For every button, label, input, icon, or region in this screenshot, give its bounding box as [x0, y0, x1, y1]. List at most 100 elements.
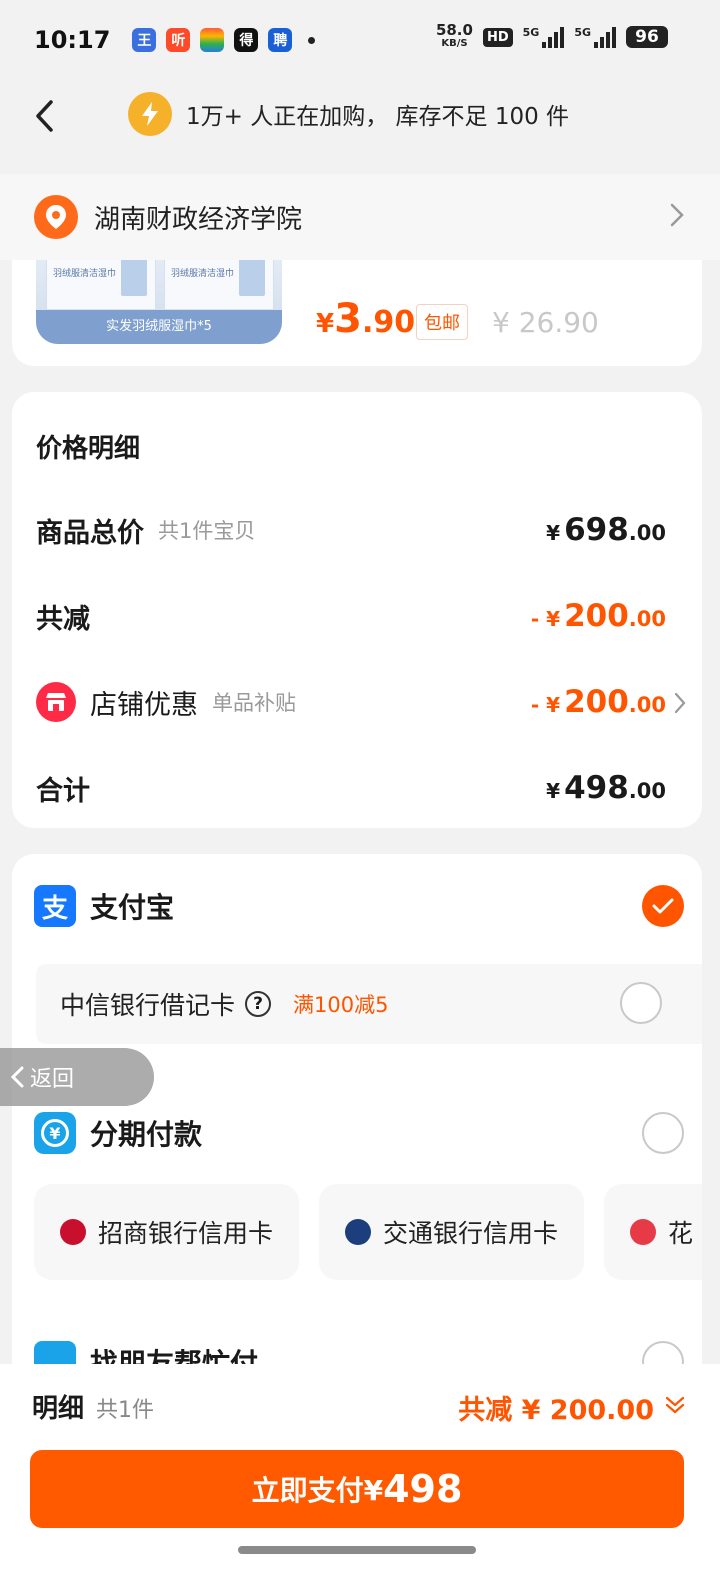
stock-notice-text: 1万+ 人正在加购， 库存不足 100 件: [186, 104, 570, 130]
shop-discount-row[interactable]: 店铺优惠 单品补贴 - ¥ 200 .00: [36, 682, 686, 722]
free-shipping-badge: 包邮: [416, 304, 468, 340]
current-price: ¥ 3 .90: [316, 296, 415, 342]
alipay-label: 支付宝: [90, 891, 175, 924]
currency: ¥: [546, 779, 561, 803]
notification-icons: 王 听 得 聘: [132, 28, 316, 52]
product-image: 羽绒服清洁湿巾 羽绒服清洁湿巾 实发羽绒服湿巾*5: [36, 260, 282, 344]
shop-discount-label: 店铺优惠: [90, 689, 198, 721]
status-indicators: 58.0 KB/S HD 5G 5G 96: [436, 23, 668, 50]
bank-card-option[interactable]: 中信银行借记卡 ? 满100减5: [36, 964, 702, 1044]
radio-unselected-icon[interactable]: [620, 982, 662, 1024]
sum-label: 合计: [36, 775, 90, 807]
chevron-right-icon: [670, 203, 684, 227]
amount-integer: 498: [564, 770, 629, 806]
price-detail-title: 价格明细: [36, 434, 141, 464]
jacket-icon: [239, 260, 265, 296]
alipay-icon: 支: [34, 885, 76, 927]
sum-row: 合计 ¥ 498 .00: [36, 768, 666, 808]
address-text: 湖南财政经济学院: [94, 204, 303, 235]
status-bar: 10:17 王 听 得 聘 58.0 KB/S HD 5G 5G 96: [0, 0, 720, 80]
amount-decimal: .00: [628, 521, 666, 545]
pay-now-amount: 498: [383, 1467, 463, 1511]
sum-value: ¥ 498 .00: [546, 770, 666, 806]
home-indicator[interactable]: [238, 1546, 476, 1554]
status-time: 10:17: [34, 26, 111, 54]
shop-discount-sub: 单品补贴: [212, 691, 296, 715]
chevron-left-icon: [10, 1066, 24, 1088]
currency: ¥: [546, 521, 561, 545]
payment-option-installment[interactable]: ¥ 分期付款: [34, 1111, 684, 1155]
amount-integer: 200: [564, 684, 629, 720]
lightning-bell-icon: [128, 92, 172, 136]
product-pack: 羽绒服清洁湿巾: [164, 260, 274, 310]
back-button[interactable]: [24, 96, 64, 136]
signal-icon: 5G: [523, 26, 565, 48]
help-icon[interactable]: ?: [245, 991, 272, 1017]
bottom-bar: 明细 共1件 共减 ¥ 200.00 立即支付¥ 498: [0, 1364, 720, 1584]
detail-count: 共1件: [96, 1398, 154, 1423]
chevron-right-icon: [674, 692, 686, 714]
network-type: 5G: [522, 26, 540, 39]
chevron-left-icon: [36, 100, 53, 132]
check-selected-icon[interactable]: [642, 885, 684, 927]
card-chip-bocom[interactable]: 交通银行信用卡: [319, 1184, 585, 1280]
jacket-icon: [121, 260, 147, 296]
original-price: ¥ 26.90: [492, 306, 599, 339]
signal-icon: 5G: [574, 26, 616, 48]
app-notification-icon: [200, 28, 225, 52]
price-integer: 3: [334, 296, 362, 342]
product-card[interactable]: 羽绒服清洁湿巾 羽绒服清洁湿巾 实发羽绒服湿巾*5 ¥ 3 .90 包邮 ¥ 2…: [12, 260, 702, 366]
price-decimal: .90: [361, 305, 416, 340]
goods-count: 共1件宝贝: [158, 519, 256, 543]
pack-title: 羽绒服清洁湿巾: [171, 269, 235, 279]
app-notification-icon: 听: [166, 28, 191, 52]
card-chip-label: 招商银行信用卡: [98, 1219, 274, 1248]
amount-integer: 698: [564, 512, 629, 548]
card-chip-cmb[interactable]: 招商银行信用卡: [34, 1184, 300, 1280]
pack-title: 羽绒服清洁湿巾: [53, 269, 117, 279]
goods-total-value: ¥ 698 .00: [546, 512, 666, 548]
currency: - ¥: [530, 607, 561, 631]
price-detail-card: 价格明细 商品总价 共1件宝贝 ¥ 698 .00 共减 - ¥ 200 .00…: [12, 392, 702, 828]
bocom-logo-icon: [345, 1219, 372, 1245]
installment-card-list: 招商银行信用卡 交通银行信用卡 花: [34, 1184, 702, 1280]
card-chip-huabei[interactable]: 花: [604, 1184, 702, 1280]
huabei-logo-icon: [630, 1219, 657, 1245]
chevron-down-double-icon[interactable]: [664, 1394, 686, 1416]
network-speed-unit: KB/S: [441, 38, 468, 49]
installment-icon: ¥: [34, 1112, 76, 1154]
amount-decimal: .00: [628, 607, 666, 631]
bank-card-label: 中信银行借记卡: [60, 991, 236, 1020]
hd-icon: HD: [482, 27, 513, 47]
product-pack: 羽绒服清洁湿巾: [46, 260, 156, 310]
stock-notice: 1万+ 人正在加购， 库存不足 100 件: [128, 92, 569, 136]
installment-label: 分期付款: [90, 1118, 203, 1151]
total-discount-value: - ¥ 200 .00: [531, 598, 666, 634]
pay-now-label: 立即支付¥: [251, 1474, 384, 1507]
cmb-logo-icon: [60, 1219, 86, 1245]
pay-now-button[interactable]: 立即支付¥ 498: [30, 1450, 684, 1528]
payment-method-card: 支 支付宝 中信银行借记卡 ? 满100减5 ¥ 分期付款 招商银行信用卡 交通…: [12, 854, 702, 1414]
floating-back-button[interactable]: 返回: [0, 1048, 154, 1106]
shop-icon: [36, 682, 76, 722]
bottom-total-discount[interactable]: 共减 ¥ 200.00: [458, 1388, 654, 1427]
network-speed: 58.0 KB/S: [436, 23, 473, 50]
payment-option-alipay[interactable]: 支 支付宝: [34, 884, 684, 928]
image-caption: 实发羽绒服湿巾*5: [36, 310, 282, 344]
floating-back-label: 返回: [30, 1067, 75, 1092]
currency: - ¥: [530, 693, 561, 717]
app-notification-icon: 聘: [268, 28, 293, 52]
card-chip-label: 交通银行信用卡: [383, 1219, 559, 1248]
total-discount-label: 共减: [36, 603, 90, 635]
top-bar: 1万+ 人正在加购， 库存不足 100 件: [0, 80, 720, 174]
delivery-address[interactable]: 湖南财政经济学院: [0, 174, 720, 260]
amount-integer: 200: [564, 598, 629, 634]
bank-promo: 满100减5: [293, 993, 389, 1017]
detail-label[interactable]: 明细: [32, 1388, 84, 1425]
network-type: 5G: [574, 26, 591, 39]
card-chip-label: 花: [668, 1219, 694, 1248]
radio-unselected-icon[interactable]: [642, 1112, 684, 1154]
shop-discount-value: - ¥ 200 .00: [531, 684, 666, 720]
amount-decimal: .00: [628, 693, 666, 717]
goods-total-row: 商品总价 共1件宝贝 ¥ 698 .00: [36, 510, 666, 550]
